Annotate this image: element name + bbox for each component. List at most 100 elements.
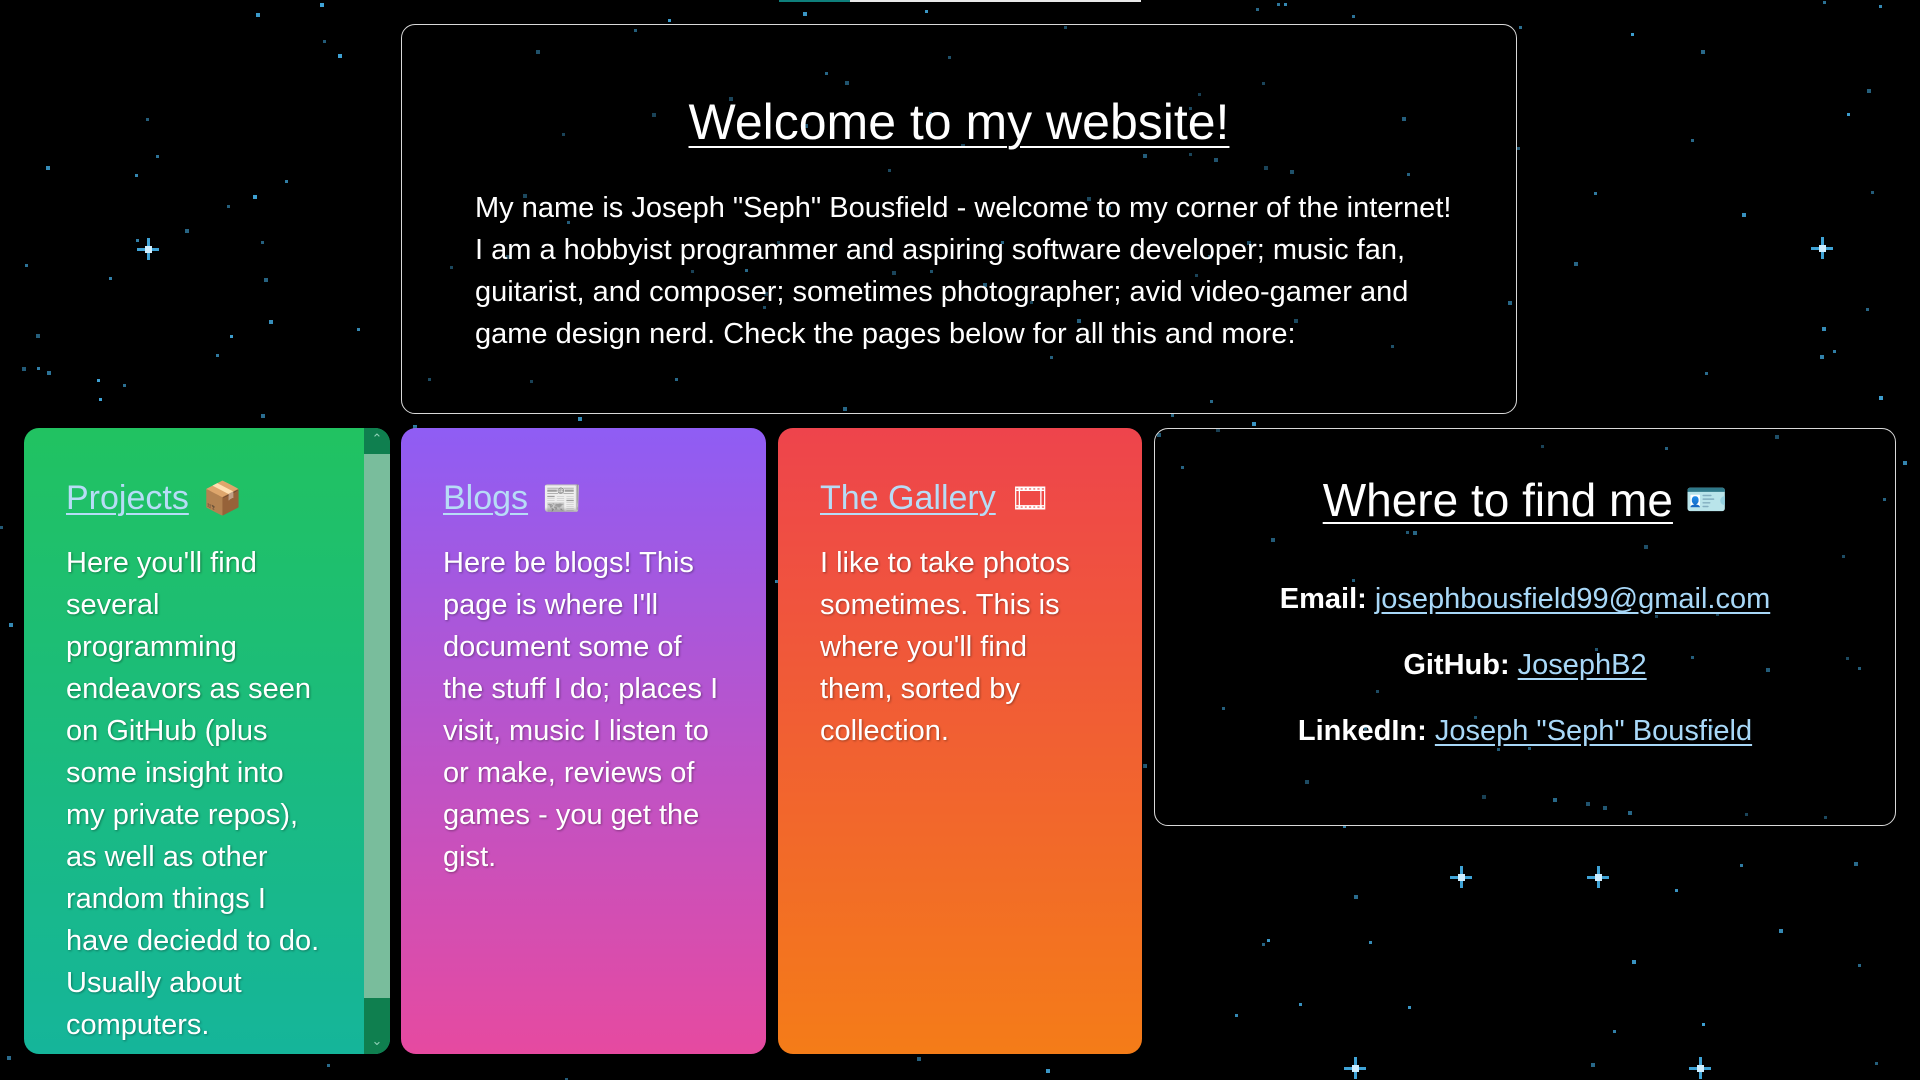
- star-dot: [1740, 864, 1743, 867]
- star-dot: [1143, 764, 1147, 768]
- id-card-icon: 🪪: [1684, 481, 1728, 519]
- star-dot: [1702, 1023, 1705, 1026]
- star-dot: [1854, 862, 1858, 866]
- contact-linkedin-row: LinkedIn: Joseph "Seph" Bousfield: [1155, 715, 1895, 748]
- star-dot: [0, 526, 3, 529]
- star-dot: [1352, 15, 1355, 18]
- star-dot: [1833, 350, 1836, 353]
- contact-email-row: Email: josephbousfield99@gmail.com: [1155, 583, 1895, 616]
- star-dot: [1517, 147, 1520, 150]
- newspaper-icon: 📰: [542, 480, 582, 516]
- projects-scrollbar[interactable]: ⌃ ⌄: [364, 428, 390, 1054]
- star-dot: [320, 3, 324, 7]
- star-dot: [1277, 3, 1280, 6]
- star-dot: [1256, 8, 1259, 11]
- top-progress-fill: [779, 0, 850, 2]
- star-dot: [1591, 1063, 1595, 1067]
- star-dot: [357, 328, 360, 331]
- star-dot: [1705, 372, 1708, 375]
- star-dot: [327, 1064, 330, 1067]
- gallery-description: I like to take photos sometimes. This is…: [820, 547, 1070, 747]
- welcome-title: Welcome to my website!: [688, 94, 1230, 150]
- star-dot: [323, 40, 326, 43]
- top-progress-track: [850, 0, 1141, 2]
- star-dot: [1171, 414, 1174, 417]
- gallery-card[interactable]: The Gallery 🎞 I like to take photos some…: [778, 428, 1142, 1054]
- star-dot: [256, 13, 260, 17]
- star-dot: [146, 118, 149, 121]
- star-dot: [97, 379, 100, 382]
- star-dot: [1574, 262, 1578, 266]
- contact-title: Where to find me: [1322, 474, 1673, 526]
- welcome-panel: Welcome to my website! My name is Joseph…: [401, 24, 1517, 414]
- welcome-intro: My name is Joseph "Seph" Bousfield - wel…: [475, 192, 1452, 350]
- star-dot: [109, 277, 112, 280]
- star-dot: [227, 205, 230, 208]
- star-dot: [136, 239, 139, 242]
- star-dot: [1519, 26, 1522, 29]
- star-dot: [216, 354, 219, 357]
- star-dot: [9, 623, 13, 627]
- star-dot: [1613, 1030, 1616, 1033]
- star-dot: [1867, 89, 1871, 93]
- star-dot: [338, 54, 342, 58]
- star-cross: [137, 238, 159, 260]
- scrollbar-thumb[interactable]: [364, 454, 390, 998]
- star-cross: [1344, 1057, 1366, 1079]
- star-dot: [1408, 1006, 1411, 1009]
- star-cross: [1587, 866, 1609, 888]
- package-icon: 📦: [202, 480, 243, 516]
- star-dot: [917, 1057, 921, 1061]
- star-dot: [261, 414, 265, 418]
- top-progress-bar: [779, 0, 1141, 2]
- gallery-link[interactable]: The Gallery: [820, 479, 996, 518]
- star-dot: [1594, 192, 1597, 195]
- star-dot: [46, 166, 50, 170]
- blogs-title-row: Blogs 📰: [443, 476, 726, 520]
- star-dot: [185, 229, 189, 233]
- star-dot: [47, 371, 51, 375]
- star-cross: [1689, 1057, 1711, 1079]
- star-dot: [1299, 1003, 1302, 1006]
- star-dot: [7, 1056, 11, 1060]
- star-dot: [1262, 943, 1265, 946]
- blogs-card[interactable]: Blogs 📰 Here be blogs! This page is wher…: [401, 428, 766, 1054]
- contact-panel: Where to find me 🪪 Email: josephbousfiel…: [1154, 428, 1896, 826]
- star-dot: [37, 367, 40, 370]
- projects-card[interactable]: Projects 📦 Here you'll find several prog…: [24, 428, 390, 1054]
- star-dot: [668, 19, 671, 22]
- star-dot: [22, 367, 26, 371]
- projects-link[interactable]: Projects: [66, 479, 189, 518]
- star-dot: [1354, 895, 1358, 899]
- email-link[interactable]: josephbousfield99@gmail.com: [1375, 583, 1770, 615]
- star-dot: [1822, 327, 1826, 331]
- star-dot: [1369, 941, 1372, 944]
- star-dot: [1820, 355, 1824, 359]
- star-cross: [1811, 237, 1833, 259]
- star-dot: [1875, 1062, 1878, 1065]
- star-dot: [1866, 308, 1869, 311]
- star-dot: [803, 12, 807, 16]
- star-dot: [1252, 422, 1256, 426]
- star-dot: [135, 174, 138, 177]
- film-frames-icon: 🎞: [1009, 480, 1051, 516]
- star-dot: [1691, 139, 1694, 142]
- scroll-down-icon[interactable]: ⌄: [364, 1030, 390, 1054]
- star-dot: [1235, 1014, 1238, 1017]
- star-dot: [1631, 33, 1634, 36]
- star-dot: [269, 320, 273, 324]
- scroll-up-icon[interactable]: ⌃: [364, 428, 390, 452]
- projects-title-row: Projects 📦: [66, 476, 326, 520]
- linkedin-label: LinkedIn:: [1297, 715, 1435, 747]
- star-dot: [253, 195, 257, 199]
- star-dot: [264, 278, 268, 282]
- star-dot: [1779, 929, 1783, 933]
- star-dot: [1823, 1, 1826, 4]
- blogs-link[interactable]: Blogs: [443, 479, 528, 518]
- star-dot: [578, 417, 582, 421]
- star-dot: [99, 398, 102, 401]
- linkedin-link[interactable]: Joseph "Seph" Bousfield: [1435, 715, 1752, 747]
- email-label: Email:: [1279, 583, 1375, 615]
- star-dot: [285, 180, 288, 183]
- github-link[interactable]: JosephB2: [1518, 649, 1647, 681]
